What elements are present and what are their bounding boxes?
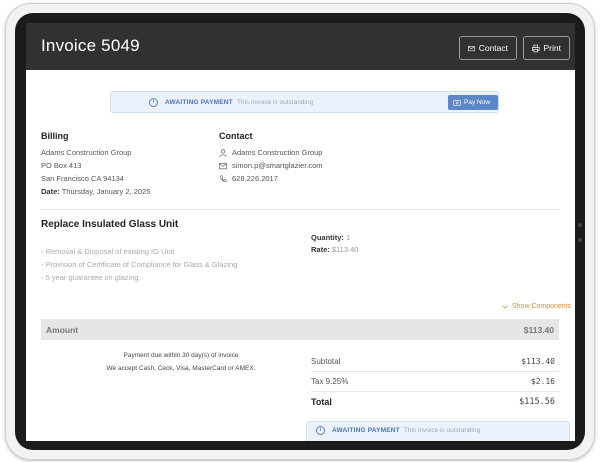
subtotal-label: Subtotal: [311, 357, 341, 366]
tax-value: $2.16: [530, 377, 555, 386]
section-divider: [41, 209, 559, 210]
user-icon: [219, 148, 227, 157]
quantity-row: Quantity: 1: [311, 233, 350, 242]
chevron-down-icon: [502, 304, 508, 309]
status-label: AWAITING PAYMENT: [165, 98, 233, 106]
amount-label: Amount: [46, 325, 79, 335]
date-value: Thursday, January 2, 2025: [61, 187, 151, 196]
status-description: This invoice is outstanding: [236, 98, 314, 106]
subtotal-value: $113.40: [521, 357, 555, 366]
line-item-description: - Removal & Disposal of existing IG Unit: [41, 247, 175, 256]
page-title: Invoice 5049: [41, 36, 140, 55]
contact-phone[interactable]: 628.226.2017: [219, 174, 278, 183]
credit-card-icon: [453, 99, 461, 106]
rate-label: Rate:: [311, 245, 330, 254]
contact-button[interactable]: Contact: [459, 36, 517, 60]
pay-now-label: Pay Now: [464, 99, 491, 106]
rate-row: Rate: $113.40: [311, 245, 358, 254]
totals-divider: [311, 391, 559, 392]
contact-email[interactable]: simon.p@smartglazier.com: [219, 161, 323, 170]
camera-dot: [578, 238, 582, 242]
total-label: Total: [311, 397, 332, 407]
billing-name: Adams Construction Group: [41, 148, 132, 157]
tablet-bezel: Invoice 5049 Contact Print i AWAITING PA…: [15, 13, 585, 450]
info-icon: i: [316, 426, 325, 435]
print-button[interactable]: Print: [523, 36, 570, 60]
show-components-toggle[interactable]: Show Components: [502, 303, 571, 310]
billing-address-line1: PO Box 413: [41, 161, 82, 170]
status-description: This invoice is outstanding: [403, 427, 481, 434]
status-banner: i AWAITING PAYMENT This invoice is outst…: [110, 91, 499, 113]
accepted-payments-note: We accept Cash, Ceck, Visa, MasterCard o…: [106, 365, 256, 372]
status-label: AWAITING PAYMENT: [332, 427, 400, 434]
contact-company-text: Adams Construction Group: [232, 148, 323, 157]
invoice-header: Invoice 5049 Contact Print: [26, 23, 575, 70]
status-line: i AWAITING PAYMENT This invoice is outst…: [316, 426, 480, 435]
amount-value: $113.40: [523, 325, 554, 335]
tax-label: Tax 9.25%: [311, 377, 349, 386]
printer-icon: [532, 44, 540, 52]
quantity-label: Quantity:: [311, 233, 344, 242]
phone-icon: [220, 174, 227, 182]
print-button-label: Print: [543, 43, 561, 53]
status-banner-bottom: i AWAITING PAYMENT This invoice is outst…: [306, 421, 570, 441]
totals-divider: [311, 371, 559, 372]
payment-due-note: Payment due within 30 day(s) of invoice: [123, 352, 239, 359]
envelope-icon: [219, 162, 227, 169]
date-label: Date:: [41, 187, 60, 196]
pay-now-button[interactable]: Pay Now: [448, 95, 498, 110]
contact-company: Adams Construction Group: [219, 148, 322, 157]
subtotal-row: Subtotal $113.40: [311, 357, 559, 366]
tablet-frame: Invoice 5049 Contact Print i AWAITING PA…: [5, 3, 595, 460]
envelope-icon: [468, 45, 475, 51]
quantity-value: 1: [346, 233, 351, 242]
contact-button-label: Contact: [478, 43, 508, 53]
tax-row: Tax 9.25% $2.16: [311, 377, 559, 386]
line-item-title: Replace Insulated Glass Unit: [41, 219, 179, 230]
contact-email-text: simon.p@smartglazier.com: [232, 161, 323, 170]
line-item-description: - 5 year guarantee on glazing: [41, 273, 139, 282]
total-row: Total $115.56: [311, 397, 559, 407]
camera-dot: [578, 223, 582, 227]
billing-address-line2: San Francisco CA 94134: [41, 174, 124, 183]
show-components-label: Show Components: [512, 303, 572, 310]
info-icon: i: [149, 97, 158, 107]
billing-heading: Billing: [41, 131, 69, 141]
contact-phone-text: 628.226.2017: [232, 174, 278, 183]
billing-date: Date: Thursday, January 2, 2025: [41, 187, 150, 196]
amount-bar: Amount $113.40: [41, 319, 559, 340]
contact-heading: Contact: [219, 131, 253, 141]
rate-value: $113.40: [331, 245, 359, 254]
line-item-description: - Provision of Certificate of Compliance…: [41, 260, 238, 269]
screen: Invoice 5049 Contact Print i AWAITING PA…: [26, 23, 575, 441]
total-value: $115.56: [519, 397, 555, 407]
